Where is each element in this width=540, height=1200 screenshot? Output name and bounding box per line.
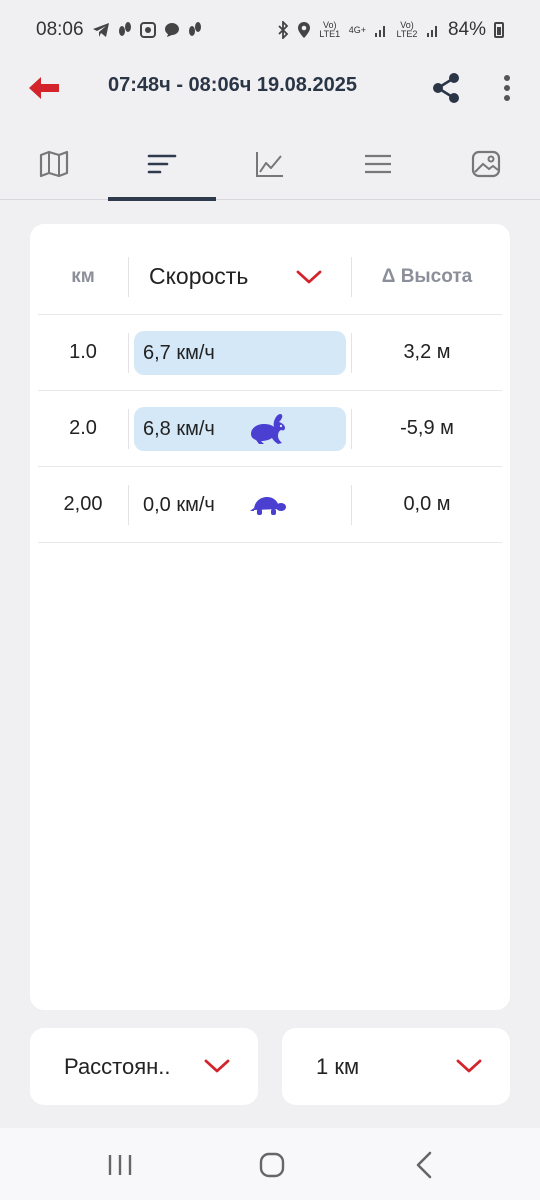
row-speed: 6,8 км/ч [134,407,346,451]
more-options-button[interactable] [490,68,524,108]
battery-percent: 84% [447,19,486,40]
row-km: 1.0 [69,341,97,363]
table-row: 1.0 6,7 км/ч 3,2 м [38,315,502,391]
table-header: км Скорость Δ Высота [38,239,502,315]
header-km: км [71,265,95,287]
telegram-icon [92,23,109,37]
recent-apps-button[interactable] [100,1148,140,1182]
signal-bars-icon [426,26,437,37]
column-divider [128,485,129,525]
tab-photos[interactable] [432,128,540,200]
tab-chart[interactable] [216,128,324,200]
row-speed-value: 6,7 км/ч [143,341,215,364]
table-row: 2.0 6,8 км/ч -5,9 м [38,391,502,467]
system-nav-bar [0,1128,540,1200]
tab-map[interactable] [0,128,108,200]
home-icon [259,1152,285,1178]
signal-bars-icon [374,26,385,37]
interval-selector-value: 1 км [316,1054,360,1079]
arrow-left-icon [29,77,59,99]
chevron-down-icon [456,1059,482,1073]
chat-icon [164,23,179,37]
sort-icon [147,154,177,174]
row-speed: 0,0 км/ч [134,483,346,527]
app-icon [139,22,156,38]
home-button[interactable] [252,1148,292,1182]
list-icon [365,154,391,174]
metric-selector[interactable]: Расстоян.. [30,1028,258,1105]
splits-card: км Скорость Δ Высота 1.0 6,7 км/ч 3,2 м … [30,224,510,1010]
signal-lte1-icon: Vo) LTE1 [319,20,341,39]
recent-apps-icon [108,1155,132,1175]
row-elevation: 3,2 м [403,341,451,363]
more-vert-icon [504,75,510,101]
status-bar: 08:06 Vo) LTE1 4G+ Vo) LTE2 84% [0,0,540,60]
chevron-down-icon [204,1059,230,1073]
row-speed-value: 0,0 км/ч [143,493,215,516]
column-divider [128,409,129,449]
steps-icon [188,22,201,36]
back-nav-button[interactable] [404,1148,444,1182]
row-elevation: 0,0 м [403,493,451,515]
metric-selector-value: Расстоян.. [64,1054,171,1079]
table-row: 2,00 0,0 км/ч 0,0 м [38,467,502,543]
header-speed[interactable]: Скорость [149,239,248,314]
tab-bar [0,128,540,201]
tab-list[interactable] [324,128,432,200]
row-km: 2,00 [63,493,103,515]
location-icon [297,22,310,38]
share-icon [433,73,459,103]
back-nav-icon [416,1151,432,1179]
header-elevation: Δ Высота [381,265,473,287]
steps-icon [118,22,131,36]
column-divider [128,333,129,373]
row-elevation: -5,9 м [400,417,454,439]
signal-4g-icon: 4G+ [348,25,366,35]
chart-icon [256,152,283,177]
bluetooth-icon [278,21,288,39]
row-km: 2.0 [69,417,97,439]
photo-icon [471,150,501,178]
app-bar: 07:48ч - 08:06ч 19.08.2025 [0,60,540,116]
interval-selector[interactable]: 1 км [282,1028,510,1105]
row-speed: 6,7 км/ч [134,331,346,375]
signal-lte2-icon: Vo) LTE2 [396,20,418,39]
row-speed-value: 6,8 км/ч [143,417,215,440]
status-time: 08:06 [36,19,84,40]
share-button[interactable] [426,68,466,108]
turtle-icon [250,497,286,515]
chevron-down-icon[interactable] [296,269,322,285]
status-bar-right: Vo) LTE1 4G+ Vo) LTE2 84% [277,19,504,41]
tab-splits[interactable] [108,128,216,201]
column-divider [128,257,129,297]
status-bar-left: 08:06 [36,19,202,41]
rabbit-icon [251,413,285,444]
back-button[interactable] [24,70,64,106]
page-title: 07:48ч - 08:06ч 19.08.2025 [108,74,357,96]
map-icon [39,150,69,178]
battery-icon [494,22,504,38]
